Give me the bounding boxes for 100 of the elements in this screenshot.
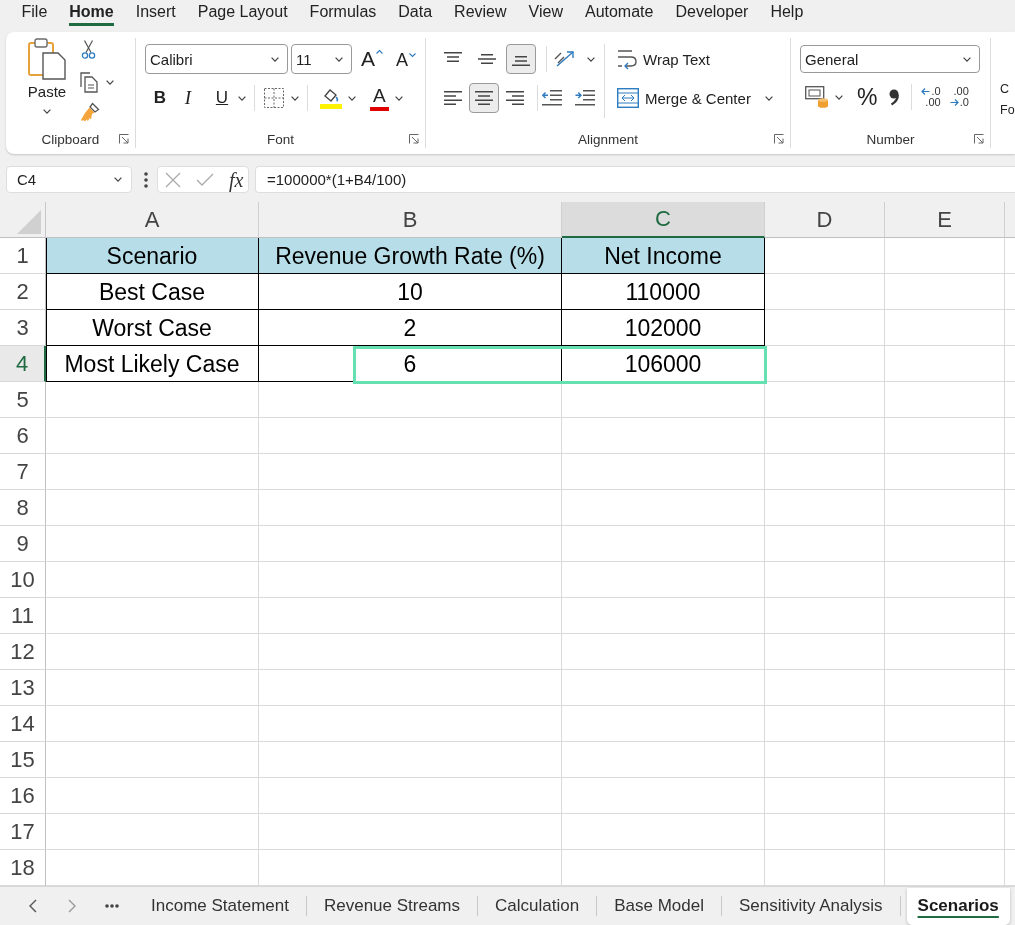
ribbon-button[interactable]: C Fo: [1000, 79, 1015, 121]
row-header[interactable]: 10: [0, 562, 46, 598]
menu-tab[interactable]: Data: [398, 2, 433, 26]
arrow-right-icon: [949, 99, 959, 106]
number-format-dropdown[interactable]: General: [800, 45, 980, 73]
merge-cells-icon: [617, 88, 639, 108]
table-header-cell: Revenue Growth Rate (%): [259, 238, 562, 274]
sheet-tab[interactable]: Base Model: [597, 887, 721, 925]
vertical-dots-icon[interactable]: [144, 171, 148, 188]
indent-icon[interactable]: [575, 90, 595, 106]
dialog-launcher-icon[interactable]: [774, 134, 784, 144]
menu-tab[interactable]: Help: [770, 2, 804, 26]
menu-tab[interactable]: Home: [69, 2, 114, 26]
align-center-icon: [475, 91, 493, 105]
row-header[interactable]: 9: [0, 526, 46, 562]
column-header[interactable]: D: [765, 202, 885, 238]
dialog-launcher-icon[interactable]: [974, 134, 984, 144]
checkmark-icon[interactable]: [196, 173, 214, 186]
sheet-tab[interactable]: Income Statement: [134, 887, 306, 925]
row-header[interactable]: 15: [0, 742, 46, 778]
italic-button[interactable]: I: [175, 84, 201, 112]
caret-icon[interactable]: [764, 95, 773, 101]
grid-border-icon[interactable]: [264, 88, 284, 108]
grow-font-button[interactable]: A: [361, 44, 383, 74]
column-header[interactable]: C: [562, 202, 765, 238]
align-bottom-button[interactable]: [506, 44, 536, 74]
sheet-tab[interactable]: Scenarios: [906, 887, 1010, 925]
row-header[interactable]: 12: [0, 634, 46, 670]
row-header[interactable]: 2: [0, 274, 46, 310]
menu-tab[interactable]: Review: [454, 2, 507, 26]
caret-icon[interactable]: [394, 95, 403, 101]
formula-field[interactable]: =100000*(1+B4/100): [255, 166, 1015, 193]
dialog-launcher-icon[interactable]: [409, 134, 419, 144]
menu-tab[interactable]: Developer: [675, 2, 749, 26]
sheet-tab[interactable]: Revenue Streams: [306, 887, 478, 925]
caret-icon[interactable]: [348, 95, 356, 101]
percent-button[interactable]: %: [857, 82, 878, 112]
chevron-left-icon[interactable]: [29, 899, 37, 913]
copy-icon[interactable]: [80, 72, 98, 93]
group-label: Font: [267, 131, 294, 147]
dialog-launcher-icon[interactable]: [119, 134, 129, 144]
row-header[interactable]: 5: [0, 382, 46, 418]
menu-tab[interactable]: Page Layout: [197, 2, 288, 26]
align-center-button[interactable]: [469, 83, 499, 113]
caret-icon[interactable]: [106, 80, 114, 85]
menu-tab[interactable]: File: [21, 2, 48, 26]
menu-tab[interactable]: View: [528, 2, 563, 26]
chevron-up-icon: [376, 50, 383, 54]
font-size-dropdown[interactable]: 11: [291, 44, 352, 74]
align-middle-icon: [478, 52, 496, 66]
menu-tab[interactable]: Insert: [135, 2, 176, 26]
paste-button[interactable]: Paste: [24, 38, 70, 128]
chevron-down-icon: [409, 53, 417, 57]
caret-icon[interactable]: [238, 95, 246, 101]
font-name-dropdown[interactable]: Calibri: [145, 44, 288, 74]
caret-icon[interactable]: [587, 56, 595, 62]
ellipsis-icon[interactable]: [105, 904, 119, 908]
menu-tab[interactable]: Automate: [584, 2, 654, 26]
row-header[interactable]: 16: [0, 778, 46, 814]
comma-icon[interactable]: [889, 89, 900, 105]
column-header[interactable]: E: [885, 202, 1005, 238]
merge-center-button[interactable]: Merge & Center: [617, 83, 751, 113]
row-header[interactable]: 1: [0, 238, 46, 274]
row-header[interactable]: 8: [0, 490, 46, 526]
scissors-icon[interactable]: [82, 40, 95, 59]
insert-function-button[interactable]: fx: [229, 168, 244, 191]
row-header[interactable]: 14: [0, 706, 46, 742]
row-header[interactable]: 7: [0, 454, 46, 490]
menu-tab[interactable]: Formulas: [309, 2, 377, 26]
wrap-text-button[interactable]: Wrap Text: [617, 44, 710, 74]
table-cell: 10: [259, 274, 562, 310]
row-header[interactable]: 17: [0, 814, 46, 850]
row-header[interactable]: 13: [0, 670, 46, 706]
underline-button[interactable]: U: [209, 84, 235, 112]
row-header[interactable]: 11: [0, 598, 46, 634]
shrink-font-button[interactable]: A: [396, 44, 417, 74]
name-box[interactable]: C4: [6, 166, 132, 193]
sheet-tab[interactable]: Sensitivity Analysis: [721, 887, 900, 925]
sheet-tab[interactable]: Calculation: [478, 887, 597, 925]
caret-icon: [335, 56, 343, 62]
align-right-icon: [506, 91, 524, 105]
row-header[interactable]: 18: [0, 850, 46, 886]
row-header[interactable]: 6: [0, 418, 46, 454]
increase-decimal-button[interactable]: .0 .00: [921, 82, 941, 112]
outdent-icon[interactable]: [542, 90, 562, 106]
arrow-left-icon: [921, 88, 931, 95]
bold-button[interactable]: B: [147, 84, 173, 112]
caret-icon: [963, 56, 971, 62]
table-cell: Most Likely Case: [46, 346, 259, 382]
paint-bucket-icon[interactable]: [320, 87, 342, 109]
decrease-decimal-button[interactable]: .00 .0: [949, 82, 969, 112]
banknote-icon[interactable]: [805, 86, 829, 108]
table-cell: 2: [259, 310, 562, 346]
font-color-button[interactable]: A: [370, 85, 389, 111]
paintbrush-icon[interactable]: [80, 102, 100, 122]
wrap-text-icon: [617, 49, 637, 69]
row-header[interactable]: 4: [0, 346, 46, 382]
caret-icon[interactable]: [291, 95, 299, 101]
caret-icon[interactable]: [835, 94, 843, 100]
row-header[interactable]: 3: [0, 310, 46, 346]
